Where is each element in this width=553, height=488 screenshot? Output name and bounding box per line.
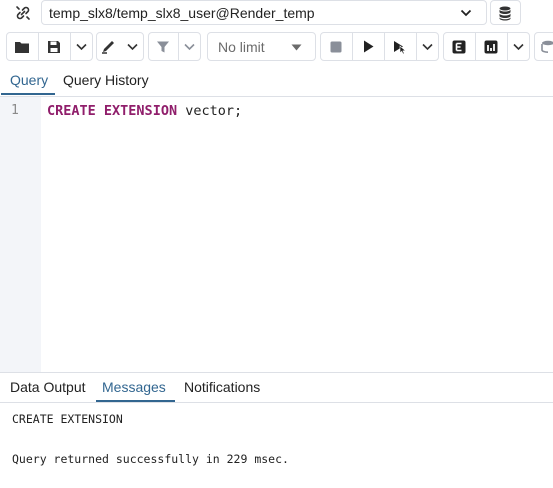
connection-bar: temp_slx8/temp_slx8_user@Render_temp: [0, 0, 553, 26]
editor-tabs: Query Query History: [0, 66, 553, 97]
keyword-extension: EXTENSION: [103, 103, 178, 119]
explain-icon[interactable]: [444, 33, 475, 60]
explain-group: [443, 32, 530, 61]
database-macro-icon[interactable]: [535, 33, 553, 60]
query-toolbar: No limit: [0, 31, 553, 62]
output-tabs: Data Output Messages Notifications: [0, 372, 553, 403]
chevron-down-icon[interactable]: [69, 33, 92, 60]
stop-icon[interactable]: [321, 33, 352, 60]
folder-open-icon[interactable]: [7, 33, 38, 60]
messages-panel: CREATE EXTENSION Query returned successf…: [0, 404, 553, 488]
code-rest: vector;: [177, 103, 243, 119]
active-output-tab-indicator: [96, 400, 175, 402]
row-limit-select[interactable]: No limit: [207, 32, 316, 61]
save-icon[interactable]: [37, 33, 70, 60]
chevron-down-icon[interactable]: [415, 33, 438, 60]
message-line: Query returned successfully in 229 msec.: [12, 452, 289, 466]
keyword-create: CREATE: [47, 103, 96, 119]
caret-down-icon: [291, 44, 302, 51]
play-cursor-icon[interactable]: [383, 33, 416, 60]
edit-group: [96, 32, 144, 61]
file-group: [6, 32, 93, 61]
tab-notifications[interactable]: Notifications: [184, 379, 260, 395]
tab-messages[interactable]: Messages: [102, 379, 166, 395]
connection-select[interactable]: temp_slx8/temp_slx8_user@Render_temp: [41, 0, 487, 25]
tab-data-output[interactable]: Data Output: [10, 379, 86, 395]
sql-editor[interactable]: 1 CREATE EXTENSION vector;: [0, 97, 553, 372]
execute-group: [320, 32, 439, 61]
chevron-down-icon[interactable]: [506, 33, 529, 60]
line-gutter: 1: [0, 97, 41, 372]
pen-icon[interactable]: [97, 33, 122, 60]
row-limit-label: No limit: [218, 39, 265, 55]
active-tab-indicator: [1, 93, 55, 95]
tab-query[interactable]: Query: [10, 72, 48, 88]
message-line: CREATE EXTENSION: [12, 412, 123, 426]
filter-icon[interactable]: [149, 33, 178, 60]
chevron-down-icon: [460, 9, 472, 17]
chevron-down-icon[interactable]: [177, 33, 200, 60]
connection-label: temp_slx8/temp_slx8_user@Render_temp: [49, 5, 315, 21]
database-stack-icon[interactable]: [490, 0, 521, 25]
link-icon[interactable]: [10, 2, 36, 24]
explain-analyze-icon[interactable]: [474, 33, 507, 60]
line-number: 1: [11, 103, 19, 118]
macros-group: [534, 32, 553, 61]
tab-query-history[interactable]: Query History: [63, 72, 149, 88]
filter-group: [148, 32, 201, 61]
chevron-down-icon[interactable]: [122, 33, 143, 60]
code-line[interactable]: CREATE EXTENSION vector;: [47, 103, 242, 119]
play-icon[interactable]: [351, 33, 384, 60]
